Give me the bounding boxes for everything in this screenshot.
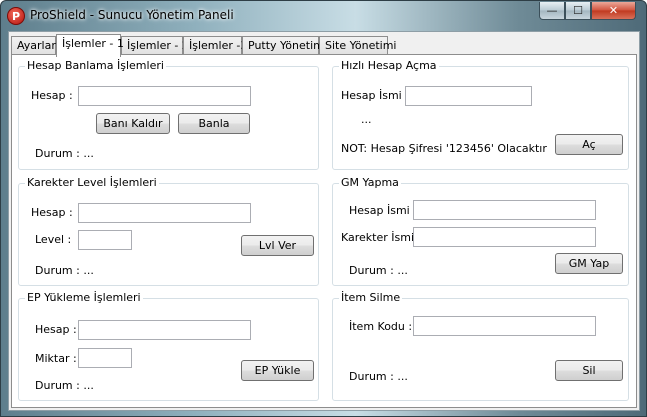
item-status: Durum : ...	[349, 370, 408, 383]
ep-group: EP Yükleme İşlemleri Hesap : Miktar : EP…	[18, 291, 319, 401]
ban-account-label: Hesap :	[31, 89, 73, 102]
open-account-button[interactable]: Aç	[555, 134, 623, 155]
quick-account-result: ...	[361, 113, 372, 126]
window-title: ProShield - Sunucu Yönetim Paneli	[30, 8, 234, 22]
level-label: Level :	[35, 233, 72, 246]
tab-putty-yonetimi[interactable]: Putty Yönetimi	[242, 36, 327, 56]
password-note: NOT: Hesap Şifresi '123456' Olacaktır	[341, 142, 547, 155]
ep-status: Durum : ...	[35, 379, 94, 392]
ban-status: Durum : ...	[35, 147, 94, 160]
level-account-label: Hesap :	[31, 206, 73, 219]
ban-button[interactable]: Banla	[178, 113, 250, 134]
close-icon: ✕	[608, 4, 619, 17]
make-gm-button[interactable]: GM Yap	[555, 253, 623, 274]
tab-islemler-2[interactable]: İşlemler - 2	[121, 36, 189, 56]
ban-group: Hesap Banlama İşlemleri Hesap : Banı Kal…	[18, 59, 319, 170]
gm-account-name-label: Hesap İsmi :	[349, 204, 417, 217]
title-bar[interactable]: P ProShield - Sunucu Yönetim Paneli — ☐ …	[1, 1, 646, 31]
gm-account-name-input[interactable]	[413, 200, 596, 220]
maximize-button[interactable]: ☐	[565, 2, 591, 20]
unban-button[interactable]: Banı Kaldır	[96, 113, 170, 134]
load-ep-button[interactable]: EP Yükle	[241, 360, 314, 381]
gm-status: Durum : ...	[349, 264, 408, 277]
tab-islemler-3[interactable]: İşlemler -3	[183, 36, 247, 56]
tab-ayarlar[interactable]: Ayarlar	[11, 36, 56, 56]
proshield-logo-icon: P	[7, 7, 25, 25]
level-account-input[interactable]	[78, 203, 251, 223]
maximize-icon: ☐	[573, 4, 583, 17]
ban-account-input[interactable]	[78, 86, 251, 106]
tab-panel: Hesap Banlama İşlemleri Hesap : Banı Kal…	[11, 54, 637, 408]
client-area: Ayarlar İşlemler - 1 İşlemler - 2 İşleml…	[8, 31, 640, 411]
give-level-button[interactable]: Lvl Ver	[241, 235, 314, 256]
tab-site-yonetimi[interactable]: Site Yönetimi	[319, 36, 396, 56]
ep-account-input[interactable]	[78, 320, 251, 340]
app-window: P ProShield - Sunucu Yönetim Paneli — ☐ …	[0, 0, 647, 417]
item-group-title: İtem Silme	[339, 291, 403, 304]
ep-amount-input[interactable]	[78, 348, 132, 368]
ban-group-title: Hesap Banlama İşlemleri	[25, 59, 166, 72]
minimize-button[interactable]: —	[539, 2, 565, 20]
tab-islemler-1[interactable]: İşlemler - 1	[56, 34, 124, 57]
item-code-label: İtem Kodu :	[349, 320, 413, 333]
delete-item-button[interactable]: Sil	[555, 360, 623, 381]
level-input[interactable]	[78, 230, 132, 250]
gm-char-name-input[interactable]	[413, 227, 596, 247]
level-group-title: Karekter Level İşlemleri	[25, 176, 159, 189]
ep-amount-label: Miktar :	[35, 352, 77, 365]
level-status: Durum : ...	[35, 264, 94, 277]
quick-account-name-input[interactable]	[405, 86, 532, 106]
level-group: Karekter Level İşlemleri Hesap : Level :…	[18, 176, 319, 286]
close-button[interactable]: ✕	[591, 2, 636, 20]
gm-group: GM Yapma Hesap İsmi : Karekter İsmi : GM…	[332, 176, 629, 286]
ep-group-title: EP Yükleme İşlemleri	[25, 291, 143, 304]
quick-account-name-label: Hesap İsmi :	[341, 89, 409, 102]
ep-account-label: Hesap :	[35, 323, 77, 336]
gm-group-title: GM Yapma	[339, 176, 401, 189]
minimize-icon: —	[546, 4, 558, 17]
quick-account-group: Hızlı Hesap Açma Hesap İsmi : ... NOT: H…	[332, 59, 629, 170]
item-group: İtem Silme İtem Kodu : Sil Durum : ...	[332, 291, 629, 401]
quick-account-group-title: Hızlı Hesap Açma	[339, 59, 439, 72]
item-code-input[interactable]	[413, 316, 596, 336]
gm-char-name-label: Karekter İsmi :	[341, 231, 422, 244]
